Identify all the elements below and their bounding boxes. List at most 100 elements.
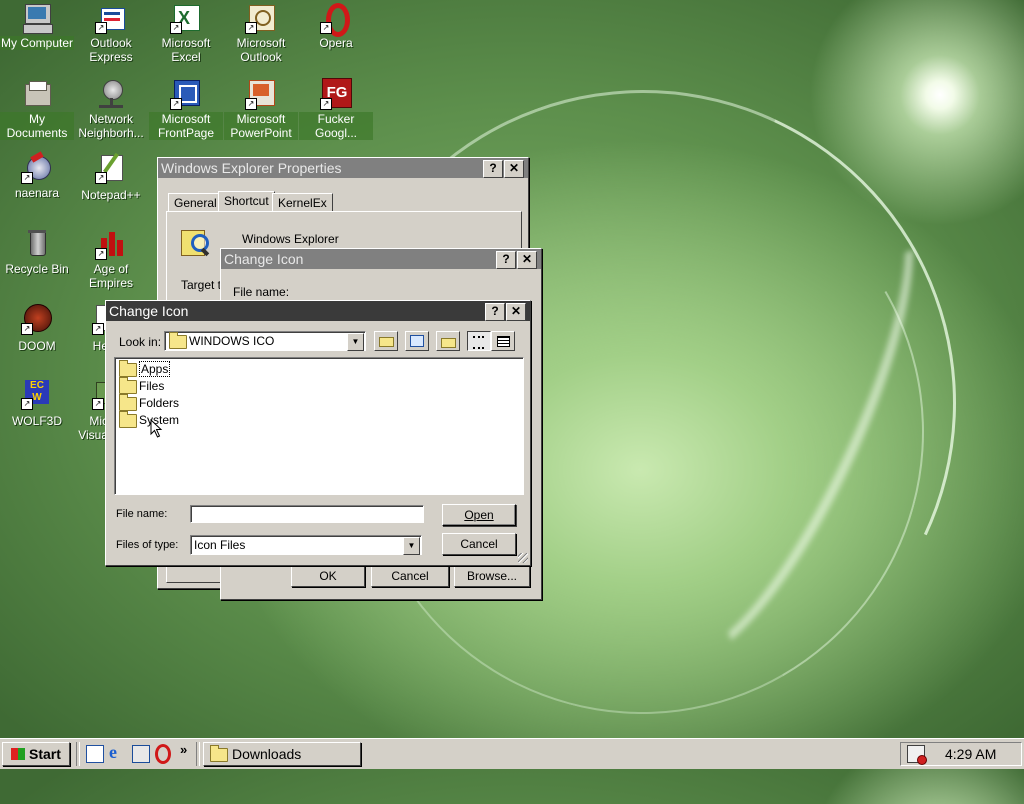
desktop-icon-age-of-empires[interactable]: ↗ Age of Empires — [74, 228, 148, 290]
desktop-icon-label: My Documents — [0, 112, 74, 140]
desktop-icon-network-neighborhood[interactable]: Network Neighborh... — [74, 78, 148, 140]
desktop-icon-my-computer[interactable]: My Computer — [0, 2, 74, 50]
taskbar-separator — [76, 742, 80, 766]
show-desktop-icon[interactable] — [86, 745, 104, 763]
desktop-icon-partial[interactable]: ↗ He — [74, 303, 108, 353]
system-tray: 4:29 AM — [900, 742, 1022, 766]
tab-shortcut[interactable]: Shortcut — [218, 191, 275, 212]
clock[interactable]: 4:29 AM — [945, 746, 996, 762]
chevron-down-icon[interactable]: ▼ — [347, 333, 364, 351]
desktop-button[interactable] — [405, 331, 429, 351]
help-button[interactable]: ? — [485, 303, 505, 321]
window-title: Change Icon — [109, 303, 189, 319]
close-button[interactable]: ✕ — [504, 160, 524, 178]
powerpoint-icon: ↗ — [245, 78, 277, 110]
desktop-icon-label: naenara — [14, 186, 60, 200]
files-of-type-label: Files of type: — [116, 539, 179, 551]
desktop-icon-frontpage[interactable]: ↗ Microsoft FrontPage — [149, 78, 223, 140]
desktop-icon-notepad-plus-plus[interactable]: ↗ Notepad++ — [74, 152, 148, 202]
change-icon-title-bar: Change Icon ? ✕ — [221, 249, 541, 269]
desktop-icon-label: Fucker Googl... — [299, 112, 373, 140]
frontpage-icon: ↗ — [170, 78, 202, 110]
desktop-icon-recycle-bin[interactable]: Recycle Bin — [0, 228, 74, 276]
desktop-icon-opera[interactable]: ↗ Opera — [299, 2, 373, 50]
desktop-icon-googl[interactable]: FG ↗ Fucker Googl... — [299, 78, 373, 140]
open-label: Open — [464, 508, 494, 522]
desktop-icon-label: Microsoft Outlook — [236, 36, 286, 64]
close-button[interactable]: ✕ — [517, 251, 537, 269]
taskbar-task-downloads[interactable]: Downloads — [203, 742, 361, 766]
up-folder-icon — [379, 337, 394, 347]
look-in-label: Look in: — [119, 335, 162, 349]
help-button[interactable]: ? — [496, 251, 516, 269]
properties-title-bar: Windows Explorer Properties ? ✕ — [158, 158, 528, 178]
explorer-icon — [179, 226, 211, 258]
resize-grip[interactable] — [518, 553, 528, 563]
folder-icon — [119, 393, 137, 411]
look-in-value: WINDOWS ICO — [189, 334, 275, 348]
desktop-icon-outlook-express[interactable]: ↗ Outlook Express — [74, 2, 148, 64]
open-button[interactable]: Open — [442, 504, 516, 526]
list-item[interactable]: System — [119, 410, 179, 428]
desktop-icon-wolf3d[interactable]: EC W ↗ WOLF3D — [0, 378, 74, 428]
folder-icon — [169, 332, 187, 349]
desktop-icon-label: Opera — [319, 36, 353, 50]
age-of-empires-icon: ↗ — [95, 228, 127, 260]
list-item[interactable]: Apps — [119, 359, 171, 377]
details-view-button[interactable] — [491, 331, 515, 351]
taskbar-separator — [196, 742, 200, 766]
desktop-icon-partial-visual[interactable]: ↗ Mic Visua — [74, 378, 108, 442]
start-label: Start — [28, 746, 61, 762]
naenara-icon: ↗ — [21, 151, 53, 184]
wolf3d-icon: EC W ↗ — [21, 378, 53, 410]
folder-icon — [210, 745, 228, 763]
wallpaper-glow — [620, 173, 960, 687]
up-folder-button[interactable] — [374, 331, 398, 351]
start-button[interactable]: Start — [2, 742, 70, 766]
files-of-type-combo[interactable]: Icon Files ▼ — [190, 535, 422, 555]
file-name-input[interactable] — [190, 505, 424, 523]
tab-general[interactable]: General — [168, 193, 223, 212]
look-in-combo[interactable]: WINDOWS ICO ▼ — [164, 331, 366, 351]
desktop-icon-excel[interactable]: X ↗ Microsoft Excel — [149, 2, 223, 64]
desktop-icon-label: Recycle Bin — [5, 262, 69, 276]
quick-launch-more-icon[interactable]: » — [180, 742, 187, 757]
desktop-icon-outlook[interactable]: ↗ Microsoft Outlook — [224, 2, 298, 64]
folder-label: Apps — [139, 361, 171, 377]
list-item[interactable]: Folders — [119, 393, 179, 411]
internet-explorer-icon[interactable]: e — [109, 743, 125, 761]
shortcut-name: Windows Explorer — [242, 232, 339, 246]
scheduler-icon[interactable] — [907, 745, 927, 765]
doom-icon: ↗ — [21, 303, 53, 335]
tab-kernelex[interactable]: KernelEx — [272, 193, 333, 212]
outlook-express-icon[interactable] — [132, 745, 150, 763]
mouse-cursor-icon — [150, 419, 163, 438]
help-button[interactable]: ? — [483, 160, 503, 178]
desktop-icon-label: He — [92, 339, 108, 353]
opera-icon[interactable] — [155, 744, 171, 764]
desktop-icon-my-documents[interactable]: My Documents — [0, 78, 74, 140]
browse-button[interactable]: Browse... — [454, 565, 530, 587]
files-of-type-value: Icon Files — [194, 538, 246, 552]
windows-logo-icon — [11, 748, 26, 760]
window-title: Windows Explorer Properties — [161, 160, 342, 176]
ok-button[interactable]: OK — [291, 565, 365, 587]
cancel-button[interactable]: Cancel — [371, 565, 449, 587]
folder-icon — [119, 410, 137, 428]
desktop-icon-label: Outlook Express — [89, 36, 133, 64]
chevron-down-icon[interactable]: ▼ — [403, 537, 420, 555]
desktop-icon-label: Microsoft FrontPage — [149, 112, 223, 140]
tab-strip: General Shortcut KernelEx — [166, 191, 526, 212]
desktop-icon-naenara[interactable]: ↗ naenara — [0, 151, 74, 200]
new-folder-button[interactable] — [436, 331, 460, 351]
desktop-icon-doom[interactable]: ↗ DOOM — [0, 303, 74, 353]
file-list[interactable]: Apps Files Folders System — [114, 357, 524, 495]
desktop-icon-powerpoint[interactable]: ↗ Microsoft PowerPoint — [224, 78, 298, 140]
task-label: Downloads — [232, 746, 302, 762]
file-dialog-title-bar: Change Icon ? ✕ — [106, 301, 530, 321]
list-view-button[interactable] — [467, 331, 491, 351]
cancel-button[interactable]: Cancel — [442, 533, 516, 555]
file-name-label: File name: — [116, 508, 168, 520]
list-item[interactable]: Files — [119, 376, 164, 394]
close-button[interactable]: ✕ — [506, 303, 526, 321]
